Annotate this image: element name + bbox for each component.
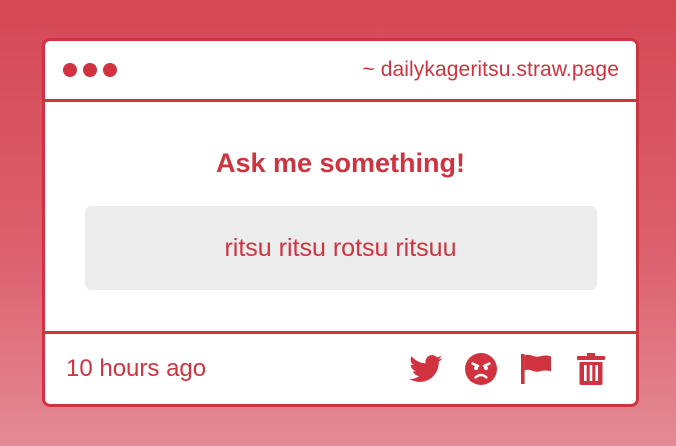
- window-titlebar: ~ dailykageritsu.straw.page: [45, 41, 636, 102]
- trash-icon: [577, 353, 605, 385]
- card-body: Ask me something! ritsu ritsu rotsu rits…: [45, 102, 636, 334]
- angry-face-icon: [465, 353, 497, 385]
- page-url[interactable]: ~ dailykageritsu.straw.page: [362, 58, 619, 82]
- action-bar: [408, 351, 609, 387]
- question-card: ~ dailykageritsu.straw.page Ask me somet…: [42, 38, 639, 407]
- window-controls: [63, 63, 117, 77]
- report-button[interactable]: [518, 351, 554, 387]
- window-dot: [83, 63, 97, 77]
- page-title: Ask me something!: [215, 148, 466, 178]
- question-text: ritsu ritsu rotsu ritsuu: [84, 206, 597, 290]
- window-dot: [63, 63, 77, 77]
- twitter-icon: [409, 355, 443, 382]
- delete-button[interactable]: [573, 351, 609, 387]
- card-footer: 10 hours ago: [45, 334, 636, 404]
- timestamp: 10 hours ago: [66, 355, 207, 382]
- window-dot: [103, 63, 117, 77]
- twitter-share-button[interactable]: [408, 351, 444, 387]
- flag-icon: [521, 354, 551, 384]
- react-angry-button[interactable]: [463, 351, 499, 387]
